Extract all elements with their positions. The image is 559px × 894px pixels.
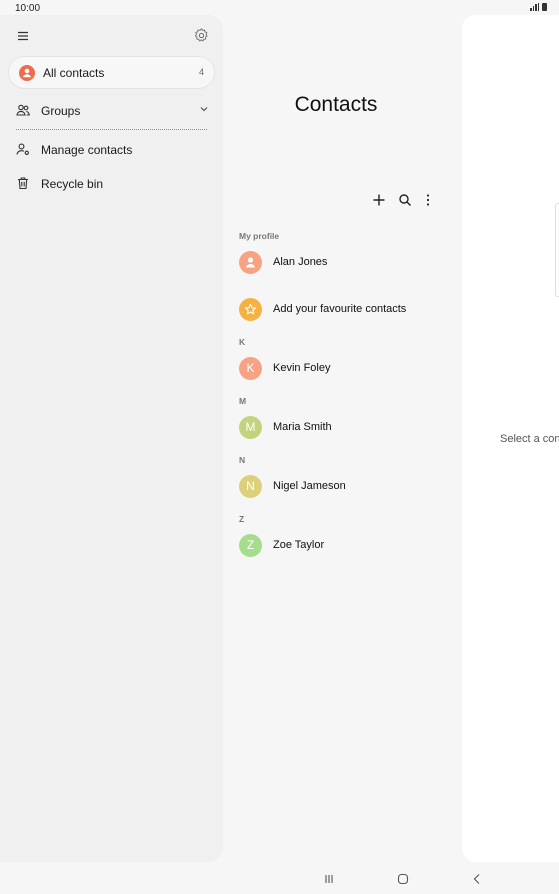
search-icon[interactable] <box>397 192 413 208</box>
favourites-row[interactable]: Add your favourite contacts <box>239 298 459 322</box>
section-letter: Z <box>239 514 245 524</box>
home-icon[interactable] <box>396 872 410 886</box>
all-contacts-count: 4 <box>198 67 204 77</box>
recycle-bin-label: Recycle bin <box>41 177 104 191</box>
contact-name: Maria Smith <box>273 421 332 433</box>
gear-icon[interactable] <box>193 27 210 44</box>
contact-name: Zoe Taylor <box>273 539 325 551</box>
drawer-divider <box>16 129 207 130</box>
select-contact-hint: Select a con <box>500 433 559 445</box>
section-letter: K <box>239 337 246 347</box>
section-letter: M <box>239 396 247 406</box>
menu-icon[interactable] <box>16 29 30 43</box>
more-options-icon[interactable] <box>420 192 436 208</box>
contact-name: Kevin Foley <box>273 362 331 374</box>
manage-contacts-label: Manage contacts <box>41 143 133 157</box>
groups-item[interactable]: Groups <box>16 101 216 121</box>
chevron-down-icon[interactable] <box>198 103 210 115</box>
contact-detail-panel: Select a con <box>462 15 559 862</box>
manage-contacts-item[interactable]: Manage contacts <box>16 140 216 160</box>
profile-name: Alan Jones <box>273 256 328 268</box>
star-icon <box>239 298 262 321</box>
page-title: Contacts <box>294 93 378 116</box>
status-bar: 10:00 <box>0 0 559 16</box>
navigation-bar <box>0 862 559 894</box>
add-icon[interactable] <box>371 192 387 208</box>
profile-row[interactable]: Alan Jones <box>239 251 459 275</box>
signal-icon <box>530 3 539 11</box>
contact-row[interactable]: Z Zoe Taylor <box>239 534 459 558</box>
contact-avatar: Z <box>239 534 262 557</box>
manage-contacts-icon <box>16 143 29 155</box>
groups-icon <box>16 104 30 116</box>
section-letter: N <box>239 455 246 465</box>
contact-avatar: N <box>239 475 262 498</box>
contact-row[interactable]: K Kevin Foley <box>239 357 459 381</box>
groups-label: Groups <box>41 104 81 118</box>
profile-avatar <box>239 251 262 274</box>
contact-row[interactable]: N Nigel Jameson <box>239 475 459 499</box>
all-contacts-item[interactable]: All contacts 4 <box>8 56 215 89</box>
contact-avatar: M <box>239 416 262 439</box>
battery-icon <box>542 3 547 11</box>
all-contacts-label: All contacts <box>43 66 105 80</box>
status-time: 10:00 <box>15 3 41 14</box>
contact-name: Nigel Jameson <box>273 480 346 492</box>
navigation-drawer: All contacts 4 Groups Manage contacts Re… <box>0 15 223 862</box>
back-icon[interactable] <box>470 872 484 886</box>
recycle-bin-item[interactable]: Recycle bin <box>16 174 216 194</box>
contact-row[interactable]: M Maria Smith <box>239 416 459 440</box>
recent-apps-icon[interactable] <box>322 872 336 886</box>
person-icon <box>19 65 35 81</box>
trash-icon <box>18 177 28 190</box>
panel-handle[interactable] <box>555 203 559 297</box>
my-profile-label: My profile <box>239 231 280 241</box>
favourites-label: Add your favourite contacts <box>273 303 407 315</box>
contact-avatar: K <box>239 357 262 380</box>
status-icons <box>530 3 547 11</box>
